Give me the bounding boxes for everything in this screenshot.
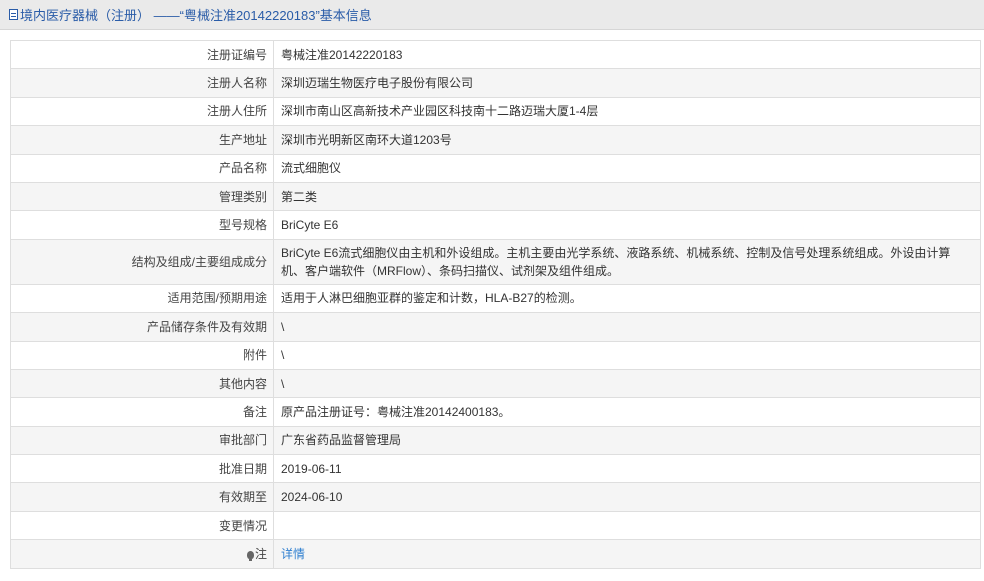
row-value: BriCyte E6流式细胞仪由主机和外设组成。主机主要由光学系统、液路系统、机… xyxy=(273,238,981,285)
row-label: 批准日期 xyxy=(10,454,274,484)
row-value: 深圳市光明新区南环大道1203号 xyxy=(273,125,981,155)
note-row: 注 详情 xyxy=(10,539,981,569)
table-row: 型号规格 BriCyte E6 xyxy=(10,210,981,240)
table-row: 附件 \ xyxy=(10,340,981,370)
row-label: 注册人住所 xyxy=(10,96,274,127)
table-row: 适用范围/预期用途 适用于人淋巴细胞亚群的鉴定和计数，HLA-B27的检测。 xyxy=(10,283,981,314)
row-label: 产品名称 xyxy=(10,153,274,183)
table-row: 批准日期 2019-06-11 xyxy=(10,454,981,484)
note-label-cell: 注 xyxy=(10,539,274,569)
lightbulb-icon xyxy=(246,550,254,561)
row-label: 生产地址 xyxy=(10,125,274,155)
row-label: 有效期至 xyxy=(10,482,274,512)
row-label: 产品储存条件及有效期 xyxy=(10,312,274,342)
row-label: 适用范围/预期用途 xyxy=(10,283,274,314)
document-icon xyxy=(9,9,18,20)
page-title-bar: 境内医疗器械（注册） ——“粤械注准20142220183”基本信息 xyxy=(0,0,984,30)
row-value: 广东省药品监督管理局 xyxy=(273,425,981,456)
table-row: 产品名称 流式细胞仪 xyxy=(10,153,981,183)
row-label: 审批部门 xyxy=(10,425,274,456)
table-row: 备注 原产品注册证号：粤械注准20142400183。 xyxy=(10,397,981,427)
row-value: 2019-06-11 xyxy=(273,454,981,484)
row-label: 注册证编号 xyxy=(10,39,274,70)
table-row: 注册证编号 粤械注准20142220183 xyxy=(10,39,981,70)
row-value: 适用于人淋巴细胞亚群的鉴定和计数，HLA-B27的检测。 xyxy=(273,283,981,314)
table-row: 结构及组成/主要组成成分 BriCyte E6流式细胞仪由主机和外设组成。主机主… xyxy=(10,238,981,285)
row-value xyxy=(273,510,981,541)
row-value: 深圳迈瑞生物医疗电子股份有限公司 xyxy=(273,68,981,98)
table-row: 审批部门 广东省药品监督管理局 xyxy=(10,425,981,456)
row-label: 型号规格 xyxy=(10,210,274,240)
table-row: 其他内容 \ xyxy=(10,368,981,399)
table-row: 产品储存条件及有效期 \ xyxy=(10,312,981,342)
note-label: 注 xyxy=(254,546,267,561)
row-value: 原产品注册证号：粤械注准20142400183。 xyxy=(273,397,981,427)
row-value: \ xyxy=(273,368,981,399)
table-row: 管理类别 第二类 xyxy=(10,181,981,212)
row-value: \ xyxy=(273,312,981,342)
row-value: 深圳市南山区高新技术产业园区科技南十二路迈瑞大厦1-4层 xyxy=(273,96,981,127)
table-row: 有效期至 2024-06-10 xyxy=(10,482,981,512)
row-value: 流式细胞仪 xyxy=(273,153,981,183)
row-value: 第二类 xyxy=(273,181,981,212)
table-row: 注册人住所 深圳市南山区高新技术产业园区科技南十二路迈瑞大厦1-4层 xyxy=(10,96,981,127)
row-value: \ xyxy=(273,340,981,370)
row-label: 其他内容 xyxy=(10,368,274,399)
row-label: 变更情况 xyxy=(10,510,274,541)
row-label: 注册人名称 xyxy=(10,68,274,98)
page-title: 境内医疗器械（注册） ——“粤械注准20142220183”基本信息 xyxy=(20,8,372,23)
row-label: 结构及组成/主要组成成分 xyxy=(10,238,274,285)
row-label: 备注 xyxy=(10,397,274,427)
row-value: 粤械注准20142220183 xyxy=(273,39,981,70)
row-value: 2024-06-10 xyxy=(273,482,981,512)
page: 境内医疗器械（注册） ——“粤械注准20142220183”基本信息 注册证编号… xyxy=(0,0,984,581)
row-label: 附件 xyxy=(10,340,274,370)
row-label: 管理类别 xyxy=(10,181,274,212)
note-value-cell: 详情 xyxy=(273,539,981,569)
row-value: BriCyte E6 xyxy=(273,210,981,240)
table-row: 生产地址 深圳市光明新区南环大道1203号 xyxy=(10,125,981,155)
table-row: 注册人名称 深圳迈瑞生物医疗电子股份有限公司 xyxy=(10,68,981,98)
table-row: 变更情况 xyxy=(10,510,981,541)
details-link[interactable]: 详情 xyxy=(281,547,305,561)
info-table: 注册证编号 粤械注准20142220183 注册人名称 深圳迈瑞生物医疗电子股份… xyxy=(10,39,981,569)
